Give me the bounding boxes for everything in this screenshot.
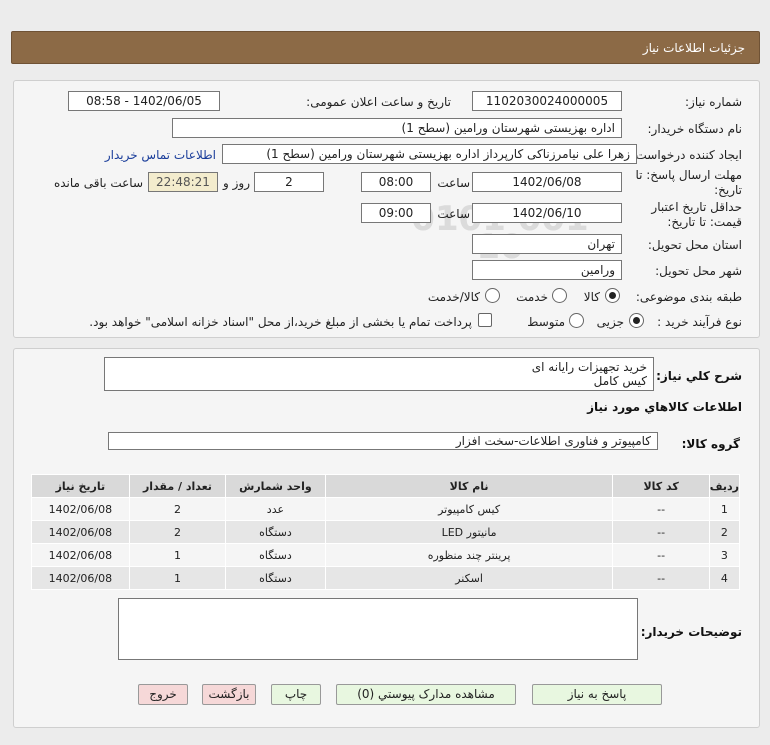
row-unit: دستگاه xyxy=(225,566,326,590)
row-name: کیس کامپیوتر xyxy=(324,497,614,521)
table-row: 4 -- اسکنر دستگاه 1 1402/06/08 xyxy=(31,566,741,590)
table-row: 3 -- پرینتر چند منظوره دستگاه 1 1402/06/… xyxy=(31,543,741,567)
back-button[interactable]: بازگشت xyxy=(202,684,256,705)
remaining-label: ساعت باقی مانده xyxy=(53,176,143,190)
province-field: تهران xyxy=(472,234,622,254)
category-option-service: خدمت xyxy=(516,290,548,304)
row-unit: دستگاه xyxy=(225,543,326,567)
row-code: -- xyxy=(612,497,710,521)
process-radio-minor[interactable] xyxy=(629,313,644,328)
summary-box: خرید تجهیزات رایانه ای کیس کامل xyxy=(104,357,654,391)
row-date: 1402/06/08 xyxy=(31,543,130,567)
reply-button[interactable]: پاسخ به نیاز xyxy=(532,684,662,705)
page-header: جزئیات اطلاعات نیاز xyxy=(11,31,760,64)
row-qty: 1 xyxy=(128,543,227,567)
category-label: طبقه بندی موضوعی: xyxy=(635,290,742,304)
validity-label-date: قیمت: تا تاریخ: xyxy=(667,215,742,229)
process-option-medium: متوسط xyxy=(527,315,565,329)
days-field: 2 xyxy=(254,172,324,192)
col-name: نام کالا xyxy=(324,474,614,498)
validity-date-field: 1402/06/10 xyxy=(472,203,622,223)
goods-table-header: ردیف کد کالا نام کالا واحد شمارش تعداد /… xyxy=(31,474,741,498)
category-option-goods: کالا xyxy=(583,290,600,304)
goods-section-title: اطلاعات کالاهاي مورد نياز xyxy=(587,400,742,414)
city-field: ورامین xyxy=(472,260,622,280)
contact-buyer-link[interactable]: اطلاعات تماس خریدار xyxy=(105,148,216,162)
deadline-time-field: 08:00 xyxy=(361,172,431,192)
row-index: 3 xyxy=(708,543,741,567)
row-unit: دستگاه xyxy=(225,520,326,544)
print-button[interactable]: چاپ xyxy=(271,684,321,705)
row-code: -- xyxy=(612,543,710,567)
row-date: 1402/06/08 xyxy=(31,520,130,544)
goods-group-field: کامپیوتر و فناوری اطلاعات-سخت افزار xyxy=(108,432,658,450)
buyer-notes-box xyxy=(118,598,638,660)
buyer-org-label: نام دستگاه خریدار: xyxy=(647,122,743,136)
deadline-label: مهلت ارسال پاسخ: تا xyxy=(635,168,742,182)
row-name: اسکنر xyxy=(324,566,614,590)
treasury-payment-checkbox[interactable] xyxy=(478,313,492,327)
announce-label: تاریخ و ساعت اعلان عمومی: xyxy=(306,95,451,109)
col-unit: واحد شمارش xyxy=(225,474,326,498)
page-title: جزئیات اطلاعات نیاز xyxy=(642,41,745,55)
days-label: روز و xyxy=(223,176,250,190)
row-name: پرینتر چند منظوره xyxy=(324,543,614,567)
treasury-payment-note: پرداخت تمام یا بخشی از مبلغ خرید،از محل … xyxy=(89,315,472,329)
process-radio-medium[interactable] xyxy=(569,313,584,328)
table-row: 1 -- کیس کامپیوتر عدد 2 1402/06/08 xyxy=(31,497,741,521)
summary-line-1: خرید تجهیزات رایانه ای xyxy=(531,360,647,374)
category-radio-service[interactable] xyxy=(552,288,567,303)
validity-time-field: 09:00 xyxy=(361,203,431,223)
row-name: مانیتور LED xyxy=(324,520,614,544)
buyer-org-field: اداره بهزیستی شهرستان ورامین (سطح 1) xyxy=(172,118,622,138)
process-option-minor: جزیی xyxy=(596,315,624,329)
summary-line-2: کیس کامل xyxy=(593,374,647,388)
category-radio-goods-service[interactable] xyxy=(485,288,500,303)
row-date: 1402/06/08 xyxy=(31,497,130,521)
requester-label: ایجاد کننده درخواست: xyxy=(631,148,742,162)
exit-button[interactable]: خروج xyxy=(138,684,188,705)
buyer-notes-label: توضیحات خریدار: xyxy=(640,625,742,639)
province-label: استان محل تحویل: xyxy=(647,238,742,252)
row-qty: 2 xyxy=(128,520,227,544)
goods-table: ردیف کد کالا نام کالا واحد شمارش تعداد /… xyxy=(31,474,741,590)
process-label: نوع فرآیند خرید : xyxy=(657,315,742,329)
row-code: -- xyxy=(612,520,710,544)
table-row: 2 -- مانیتور LED دستگاه 2 1402/06/08 xyxy=(31,520,741,544)
city-label: شهر محل تحویل: xyxy=(655,264,742,278)
need-number-field: 1102030024000005 xyxy=(472,91,622,111)
announce-field: 1402/06/05 - 08:58 xyxy=(68,91,220,111)
col-index: ردیف xyxy=(708,474,741,498)
row-index: 4 xyxy=(708,566,741,590)
goods-group-label: گروه کالا: xyxy=(681,437,740,451)
row-index: 1 xyxy=(708,497,741,521)
deadline-time-label: ساعت xyxy=(437,176,470,190)
row-qty: 1 xyxy=(128,566,227,590)
category-option-goods-service: کالا/خدمت xyxy=(427,290,480,304)
row-qty: 2 xyxy=(128,497,227,521)
deadline-date-field: 1402/06/08 xyxy=(472,172,622,192)
summary-label: شرح کلي نياز: xyxy=(656,369,742,383)
row-code: -- xyxy=(612,566,710,590)
validity-label: حداقل تاریخ اعتبار xyxy=(651,200,742,214)
col-code: کد کالا xyxy=(612,474,710,498)
row-unit: عدد xyxy=(225,497,326,521)
need-number-label: شماره نیاز: xyxy=(685,95,742,109)
requester-field: زهرا علی نیامرزناکی کارپرداز اداره بهزیس… xyxy=(222,144,637,164)
remaining-time-field: 22:48:21 xyxy=(148,172,218,192)
deadline-label-date: تاریخ: xyxy=(714,183,742,197)
row-date: 1402/06/08 xyxy=(31,566,130,590)
col-date: تاریخ نیاز xyxy=(31,474,130,498)
validity-time-label: ساعت xyxy=(437,207,470,221)
col-qty: تعداد / مقدار xyxy=(128,474,227,498)
view-attachments-button[interactable]: مشاهده مدارک پیوستي (0) xyxy=(336,684,516,705)
row-index: 2 xyxy=(708,520,741,544)
category-radio-goods[interactable] xyxy=(605,288,620,303)
